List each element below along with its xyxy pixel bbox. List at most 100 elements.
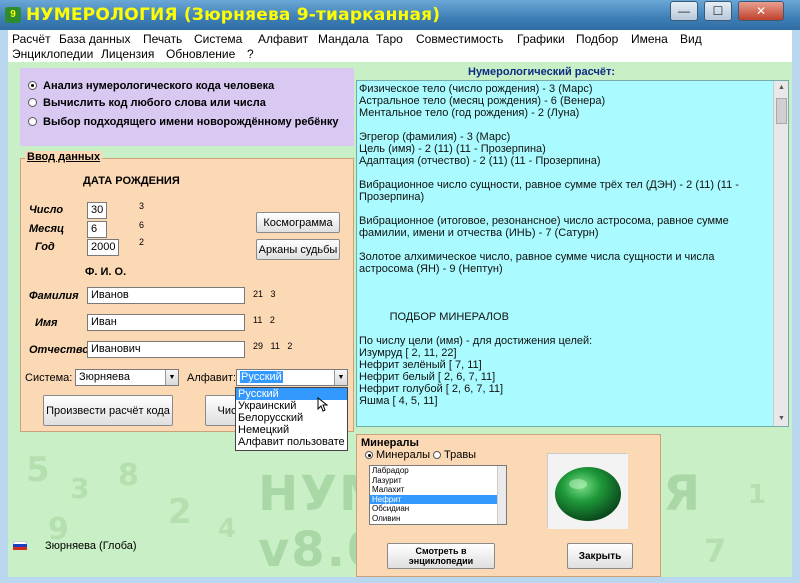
minerals-tab-label: Минералы xyxy=(376,449,431,461)
month-label: Месяц xyxy=(29,223,65,235)
chevron-down-icon[interactable]: ▼ xyxy=(165,370,178,385)
input-group-label: Ввод данных xyxy=(25,151,103,163)
menu-view[interactable]: Вид xyxy=(680,32,702,46)
cosmogram-button[interactable]: Космограмма xyxy=(256,212,340,233)
alphabet-option[interactable]: Русский xyxy=(236,388,347,400)
patronymic-code: 29 11 2 xyxy=(253,341,292,351)
year-input[interactable]: 2000 xyxy=(87,239,119,256)
mineral-item[interactable]: Лазурит xyxy=(370,476,506,486)
scroll-up-icon[interactable]: ▲ xyxy=(774,81,788,95)
year-code: 2 xyxy=(139,237,145,247)
maximize-button[interactable]: ☐ xyxy=(704,1,732,21)
mineral-item[interactable]: Нефрит xyxy=(370,494,506,505)
close-button[interactable]: Закрыть xyxy=(567,543,633,569)
result-title: Нумерологический расчёт: xyxy=(468,66,616,78)
radio-icon[interactable] xyxy=(28,98,37,107)
alphabet-option[interactable]: Немецкий xyxy=(236,424,347,436)
menu-mandala[interactable]: Мандала xyxy=(318,32,369,46)
app-icon: 9 xyxy=(5,7,21,23)
radio-checked-icon[interactable] xyxy=(28,81,37,90)
herbs-tab[interactable]: Травы xyxy=(433,449,476,461)
birth-date-header: ДАТА РОЖДЕНИЯ xyxy=(83,175,180,187)
alphabet-option[interactable]: Алфавит пользовате xyxy=(236,436,347,448)
mode-option-word-code[interactable]: Вычислить код любого слова или числа xyxy=(28,97,266,109)
surname-input[interactable]: Иванов xyxy=(87,287,245,304)
name-code-full: 11 xyxy=(253,315,263,325)
menu-tarot[interactable]: Таро xyxy=(376,32,403,46)
scroll-down-icon[interactable]: ▼ xyxy=(774,412,788,426)
menu-names[interactable]: Имена xyxy=(631,32,668,46)
month-code: 6 xyxy=(139,220,145,230)
radio-icon[interactable] xyxy=(28,117,37,126)
menu-print[interactable]: Печать xyxy=(143,32,182,46)
menu-charts[interactable]: Графики xyxy=(517,32,565,46)
background-digit: 2 xyxy=(168,492,192,532)
menu-license[interactable]: Лицензия xyxy=(101,47,154,61)
mode-option-label: Вычислить код любого слова или числа xyxy=(43,97,266,109)
herbs-tab-label: Травы xyxy=(444,449,477,461)
mineral-item[interactable]: Лабрадор xyxy=(370,466,506,476)
menu-database[interactable]: База данных xyxy=(59,32,130,46)
alphabet-option[interactable]: Белорусский xyxy=(236,412,347,424)
name-code-reduced: 2 xyxy=(269,315,275,325)
menu-system[interactable]: Система xyxy=(194,32,242,46)
status-bar: Зюрняева (Глоба) xyxy=(8,528,348,552)
menu-help[interactable]: ? xyxy=(247,47,254,61)
patronymic-code-full: 29 xyxy=(253,341,264,351)
mineral-item[interactable]: Обсидиан xyxy=(370,504,506,514)
alphabet-option[interactable]: Украинский xyxy=(236,400,347,412)
alphabet-dropdown-list[interactable]: Русский Украинский Белорусский Немецкий … xyxy=(235,387,348,451)
mode-panel: Анализ нумерологического кода человека В… xyxy=(20,68,354,146)
window-title: НУМЕРОЛОГИЯ (Зюрняева 9-тиарканная) xyxy=(26,5,441,25)
alphabet-select[interactable]: Русский ▼ xyxy=(236,369,348,386)
patronymic-input[interactable]: Иванович xyxy=(87,341,245,358)
patronymic-label: Отчество xyxy=(29,344,89,356)
mineral-item[interactable]: Малахит xyxy=(370,485,506,495)
result-scrollbar[interactable]: ▲ ▼ xyxy=(773,81,788,426)
menu-calc[interactable]: Расчёт xyxy=(12,32,51,46)
system-select[interactable]: Зюрняева ▼ xyxy=(75,369,179,386)
day-code: 3 xyxy=(139,201,145,211)
minerals-list[interactable]: Лабрадор Лазурит Малахит Нефрит Обсидиан… xyxy=(369,465,507,525)
alphabet-label: Алфавит: xyxy=(187,372,237,384)
surname-label: Фамилия xyxy=(29,290,79,302)
calculate-button[interactable]: Произвести расчёт кода xyxy=(43,395,173,426)
menu-compatibility[interactable]: Совместимость xyxy=(416,32,503,46)
close-window-button[interactable]: ✕ xyxy=(738,1,784,21)
background-digit: 8 xyxy=(118,458,139,493)
menu-encyclopedias[interactable]: Энциклопедии xyxy=(12,47,93,61)
system-select-value: Зюрняева xyxy=(79,371,130,383)
russian-flag-icon xyxy=(13,541,27,550)
radio-icon[interactable] xyxy=(433,451,441,459)
menu-selection[interactable]: Подбор xyxy=(576,32,618,46)
name-label: Имя xyxy=(35,317,58,329)
mineral-item[interactable]: Оливин xyxy=(370,514,506,524)
mode-option-label: Анализ нумерологического кода человека xyxy=(43,80,275,92)
surname-code-reduced: 3 xyxy=(270,289,276,299)
status-text: Зюрняева (Глоба) xyxy=(45,540,137,552)
minerals-group-label: Минералы xyxy=(361,437,419,449)
day-label: Число xyxy=(29,204,64,216)
minerals-tab[interactable]: Минералы xyxy=(365,449,430,461)
menu-bar: Расчёт База данных Печать Система Алфави… xyxy=(8,30,792,62)
month-input[interactable]: 6 xyxy=(87,221,107,238)
mode-option-baby-name[interactable]: Выбор подходящего имени новорождённому р… xyxy=(28,116,339,128)
name-input[interactable]: Иван xyxy=(87,314,245,331)
mode-option-analysis[interactable]: Анализ нумерологического кода человека xyxy=(28,80,274,92)
view-encyclopedia-button[interactable]: Смотреть в энциклопедии xyxy=(387,543,495,569)
minerals-scrollbar[interactable] xyxy=(497,466,506,524)
scroll-thumb[interactable] xyxy=(776,98,787,124)
radio-checked-icon[interactable] xyxy=(365,451,373,459)
arcana-button[interactable]: Арканы судьбы xyxy=(256,239,340,260)
minimize-button[interactable]: — xyxy=(670,1,698,21)
alphabet-select-value: Русский xyxy=(240,371,283,383)
result-text: Физическое тело (число рождения) - 3 (Ма… xyxy=(359,83,739,407)
mouse-cursor-icon xyxy=(317,397,328,412)
chevron-down-icon[interactable]: ▼ xyxy=(334,370,347,385)
app-window: 9 НУМЕРОЛОГИЯ (Зюрняева 9-тиарканная) — … xyxy=(0,0,800,583)
result-textarea[interactable]: Физическое тело (число рождения) - 3 (Ма… xyxy=(356,80,789,427)
menu-alphabet[interactable]: Алфавит xyxy=(258,32,308,46)
menu-update[interactable]: Обновление xyxy=(166,47,235,61)
day-input[interactable]: 30 xyxy=(87,202,107,219)
mode-option-label: Выбор подходящего имени новорождённому р… xyxy=(43,116,339,128)
